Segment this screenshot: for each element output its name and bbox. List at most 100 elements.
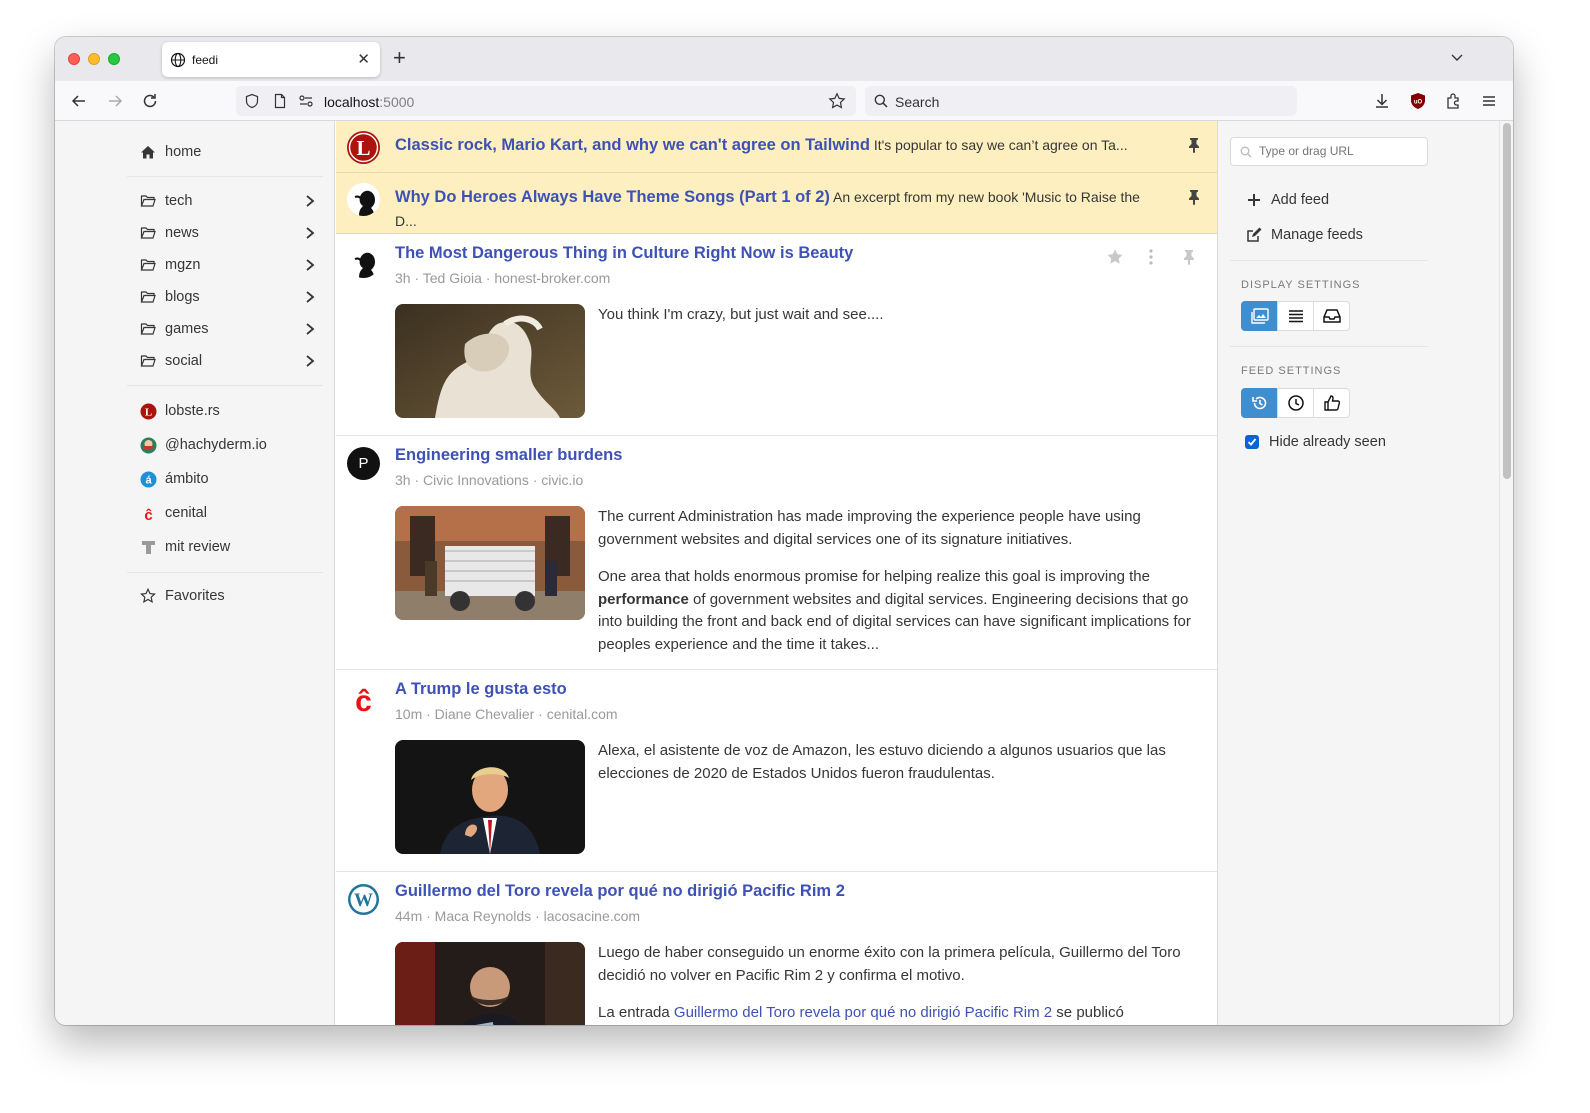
entry-link[interactable]: Guillermo del Toro revela por qué no dir… <box>674 1004 1052 1021</box>
sidebar-folder-tech[interactable]: tech <box>139 190 315 212</box>
downloads-icon[interactable] <box>1372 91 1392 111</box>
tab-title: feedi <box>192 53 219 67</box>
display-list-button[interactable] <box>1277 301 1314 331</box>
shield-icon[interactable] <box>244 93 260 109</box>
entry-thumbnail[interactable] <box>395 304 585 418</box>
bookmark-star-icon[interactable] <box>828 92 846 110</box>
feed-entry[interactable]: P Engineering smaller burdens 3h · Civic… <box>336 436 1217 670</box>
reload-icon[interactable] <box>140 91 160 111</box>
close-window-button[interactable] <box>68 53 80 65</box>
hide-seen-checkbox[interactable] <box>1245 435 1259 449</box>
pinned-entry-title[interactable]: Why Do Heroes Always Have Theme Songs (P… <box>395 188 830 206</box>
feed-entry[interactable]: The Most Dangerous Thing in Culture Righ… <box>336 234 1217 436</box>
nav-home-label: home <box>165 144 202 160</box>
feed-url-input[interactable] <box>1230 137 1428 166</box>
add-feed-link[interactable]: Add feed <box>1245 191 1329 209</box>
civic-avatar: P <box>347 447 380 480</box>
lobsters-avatar: L <box>347 131 380 164</box>
entry-meta: 3h · Civic Innovations · civic.io <box>395 472 584 488</box>
ublock-icon[interactable]: uO <box>1408 91 1428 111</box>
chevron-right-icon <box>306 259 315 271</box>
forward-arrow-icon[interactable] <box>105 91 125 111</box>
list-icon <box>1288 310 1303 323</box>
sidebar-folder-social[interactable]: social <box>139 350 315 372</box>
entry-title[interactable]: A Trump le gusta esto <box>395 680 567 699</box>
search-bar[interactable]: Search <box>865 86 1297 116</box>
search-input[interactable]: Search <box>895 94 939 110</box>
sidebar-folder-label: social <box>165 353 203 369</box>
entry-paragraph: You think I'm crazy, but just wait and s… <box>598 306 884 323</box>
page-content: home tech news mgzn blogs games social L… <box>55 121 1513 1025</box>
sidebar-folder-label: blogs <box>165 289 200 305</box>
sidebar-folder-blogs[interactable]: blogs <box>139 286 315 308</box>
display-inbox-button[interactable] <box>1313 301 1350 331</box>
star-icon[interactable] <box>1106 248 1124 266</box>
pinned-entry-title[interactable]: Classic rock, Mario Kart, and why we can… <box>395 136 870 154</box>
scrollbar-thumb[interactable] <box>1503 123 1511 479</box>
pin-icon[interactable] <box>1187 189 1201 205</box>
sidebar-folder-mgzn[interactable]: mgzn <box>139 254 315 276</box>
pin-icon[interactable] <box>1187 137 1201 153</box>
entry-thumbnail[interactable] <box>395 942 585 1025</box>
entry-paragraph-text: La entrada <box>598 1004 674 1021</box>
pinned-entry[interactable]: Why Do Heroes Always Have Theme Songs (P… <box>336 173 1217 234</box>
feed-settings-group <box>1241 388 1350 418</box>
svg-text:W: W <box>354 890 373 911</box>
sidebar-feed-lobsters[interactable]: L lobste.rs <box>139 400 220 422</box>
sidebar-feed-hachyderm[interactable]: @hachyderm.io <box>139 434 267 456</box>
display-expanded-button[interactable] <box>1241 301 1278 331</box>
chevron-down-icon[interactable] <box>1449 49 1465 65</box>
sidebar-folder-games[interactable]: games <box>139 318 315 340</box>
sidebar-folder-label: mgzn <box>165 257 201 273</box>
entry-actions <box>1106 248 1201 268</box>
plus-icon <box>1245 191 1263 209</box>
site-permissions-icon[interactable] <box>298 93 314 109</box>
page-icon[interactable] <box>272 93 288 109</box>
minimize-window-button[interactable] <box>88 53 100 65</box>
sidebar-folder-label: tech <box>165 193 193 209</box>
svg-text:á: á <box>145 474 152 486</box>
entry-title[interactable]: Guillermo del Toro revela por qué no dir… <box>395 882 845 901</box>
honest-broker-avatar <box>347 245 380 278</box>
tab-feedi[interactable]: feedi ✕ <box>162 42 380 77</box>
sort-recency-button[interactable] <box>1241 388 1278 418</box>
entry-meta: 10m · Diane Chevalier · cenital.com <box>395 706 618 722</box>
feed-entry[interactable]: W Guillermo del Toro revela por qué no d… <box>336 872 1217 1025</box>
entry-thumbnail[interactable] <box>395 740 585 854</box>
cenital-icon: ĉ <box>139 504 157 522</box>
sidebar-divider <box>127 385 323 386</box>
entry-paragraph: One area that holds enormous promise for… <box>598 566 1198 656</box>
close-tab-icon[interactable]: ✕ <box>357 50 370 68</box>
scrollbar[interactable] <box>1499 121 1513 1025</box>
sidebar-folder-news[interactable]: news <box>139 222 315 244</box>
wordpress-avatar: W <box>347 883 380 916</box>
extensions-icon[interactable] <box>1444 91 1464 111</box>
sidebar-feed-cenital[interactable]: ĉ cenital <box>139 502 207 524</box>
menu-icon[interactable] <box>1479 91 1499 111</box>
entry-thumbnail[interactable] <box>395 506 585 620</box>
manage-feeds-link[interactable]: Manage feeds <box>1245 226 1363 244</box>
sort-likes-button[interactable] <box>1313 388 1350 418</box>
pinned-entry[interactable]: L Classic rock, Mario Kart, and why we c… <box>336 121 1217 173</box>
url-text[interactable]: localhost:5000 <box>324 94 414 110</box>
feed-entry[interactable]: ĉ A Trump le gusta esto 10m · Diane Chev… <box>336 670 1217 872</box>
more-options-icon[interactable] <box>1146 248 1156 266</box>
right-sidebar: Add feed Manage feeds DISPLAY SETTINGS <box>1217 121 1499 1025</box>
back-arrow-icon[interactable] <box>69 91 89 111</box>
new-tab-button[interactable]: + <box>393 45 406 71</box>
nav-favorites[interactable]: Favorites <box>139 585 225 607</box>
search-icon <box>874 94 888 108</box>
sort-time-button[interactable] <box>1277 388 1314 418</box>
feed-url-field[interactable] <box>1259 144 1419 158</box>
url-bar[interactable]: localhost:5000 <box>236 86 856 116</box>
sidebar-feed-ambito[interactable]: á ámbito <box>139 468 209 490</box>
pin-icon[interactable] <box>1182 249 1196 265</box>
entry-title[interactable]: The Most Dangerous Thing in Culture Righ… <box>395 244 853 263</box>
sidebar-feed-mit-review[interactable]: mit review <box>139 536 230 558</box>
hide-seen-option[interactable]: Hide already seen <box>1245 434 1386 450</box>
mit-review-icon <box>139 538 157 556</box>
zoom-window-button[interactable] <box>108 53 120 65</box>
nav-home[interactable]: home <box>139 141 201 163</box>
entry-paragraph-text: One area that holds enormous promise for… <box>598 568 1150 585</box>
entry-title[interactable]: Engineering smaller burdens <box>395 446 622 465</box>
